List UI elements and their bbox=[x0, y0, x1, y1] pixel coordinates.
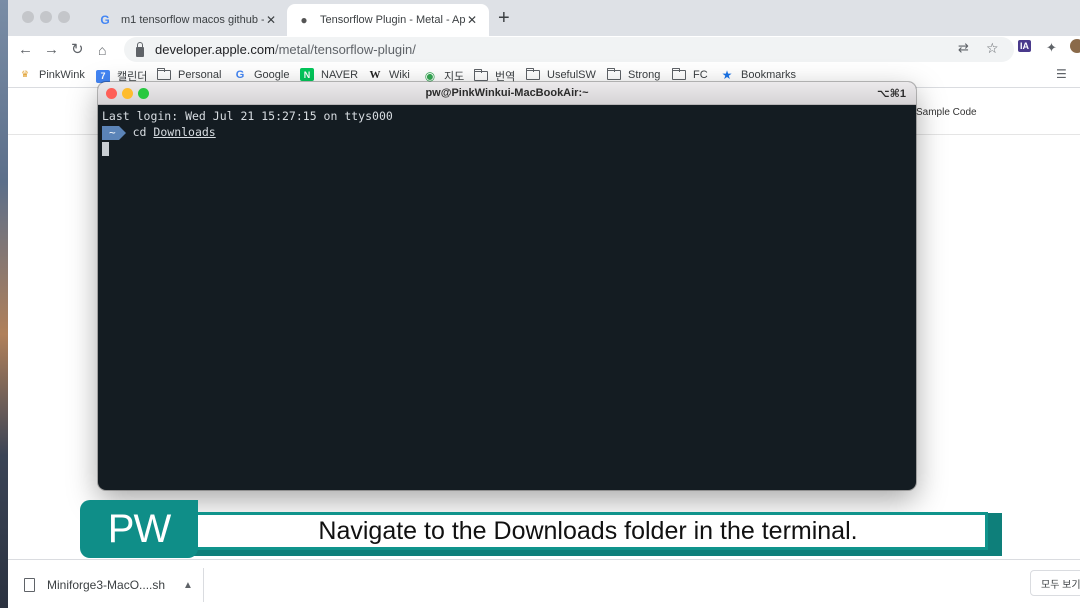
bookmark-naver[interactable]: N NAVER bbox=[300, 68, 358, 81]
bookmark-personal[interactable]: Personal bbox=[156, 67, 222, 81]
bookmark-label: Google bbox=[254, 68, 290, 81]
google-g-icon: G bbox=[100, 13, 110, 27]
command-argument: Downloads bbox=[153, 125, 216, 139]
folder-icon bbox=[473, 69, 488, 83]
bookmark-label: UsefulSW bbox=[547, 68, 596, 81]
back-icon[interactable]: ← bbox=[18, 39, 33, 61]
bookmark-fc[interactable]: FC bbox=[671, 67, 708, 81]
show-all-button[interactable]: 모두 보기 bbox=[1030, 570, 1080, 596]
new-tab-button[interactable]: + bbox=[498, 7, 510, 29]
translate-icon[interactable]: ⇄ bbox=[958, 40, 969, 56]
bookmark-label: Personal bbox=[178, 68, 222, 81]
naver-icon: N bbox=[300, 68, 314, 81]
reload-icon[interactable]: ↻ bbox=[71, 39, 84, 61]
address-bar[interactable]: developer.apple.com/metal/tensorflow-plu… bbox=[124, 37, 1014, 62]
close-icon[interactable]: ✕ bbox=[264, 13, 278, 27]
bookmark-label: Wiki bbox=[389, 68, 410, 81]
url-path: /metal/tensorflow-plugin/ bbox=[274, 42, 416, 57]
terminal-zoom-button[interactable] bbox=[138, 88, 149, 99]
chevron-up-icon[interactable]: ▲ bbox=[183, 580, 193, 591]
home-icon[interactable]: ⌂ bbox=[98, 39, 106, 61]
window-minimize-button[interactable] bbox=[40, 11, 52, 23]
apple-icon: ● bbox=[300, 13, 308, 27]
prompt-segment: ~ bbox=[102, 125, 126, 140]
folder-icon bbox=[606, 67, 621, 81]
tab-tensorflow-plugin[interactable]: ● Tensorflow Plugin - Metal - App ✕ bbox=[287, 4, 489, 36]
folder-icon bbox=[671, 67, 686, 81]
terminal-window[interactable]: pw@PinkWinkui-MacBookAir:~ ⌥⌘1 Last logi… bbox=[98, 82, 916, 490]
caption-text-box: Navigate to the Downloads folder in the … bbox=[188, 512, 988, 550]
lock-icon bbox=[136, 41, 144, 57]
desktop-background bbox=[0, 0, 8, 608]
last-login-line: Last login: Wed Jul 21 15:27:15 on ttys0… bbox=[102, 109, 393, 123]
bookmark-label: NAVER bbox=[321, 68, 359, 81]
reading-list-icon[interactable]: ☰ bbox=[1056, 67, 1067, 81]
nav-link-sample-code[interactable]: Sample Code bbox=[916, 107, 977, 118]
bookmark-pinkwink[interactable]: ♛ PinkWink bbox=[18, 68, 85, 81]
window-zoom-button[interactable] bbox=[58, 11, 70, 23]
prompt-line: ~ cd Downloads bbox=[102, 125, 912, 140]
bookmark-strong[interactable]: Strong bbox=[606, 67, 661, 81]
terminal-cursor bbox=[102, 142, 109, 156]
folder-icon bbox=[156, 67, 171, 81]
terminal-minimize-button[interactable] bbox=[122, 88, 133, 99]
bookmark-label: Bookmarks bbox=[741, 68, 797, 81]
google-g-icon: G bbox=[235, 68, 245, 81]
star-icon: ★ bbox=[721, 67, 733, 82]
terminal-body[interactable]: Last login: Wed Jul 21 15:27:15 on ttys0… bbox=[98, 105, 916, 164]
tab-strip: G m1 tensorflow macos github - ( ✕ ● Ten… bbox=[8, 0, 1080, 36]
crown-icon: ♛ bbox=[20, 69, 30, 79]
download-item[interactable]: Miniforge3-MacO....sh ▲ bbox=[18, 568, 204, 602]
caption-banner: Navigate to the Downloads folder in the … bbox=[80, 500, 1002, 558]
browser-window: G m1 tensorflow macos github - ( ✕ ● Ten… bbox=[8, 0, 1080, 608]
window-close-button[interactable] bbox=[22, 11, 34, 23]
wikipedia-icon: W bbox=[369, 68, 381, 81]
caption-text: Navigate to the Downloads folder in the … bbox=[318, 516, 858, 545]
download-filename: Miniforge3-MacO....sh bbox=[47, 578, 166, 592]
bookmark-google[interactable]: G Google bbox=[233, 68, 290, 81]
terminal-close-button[interactable] bbox=[106, 88, 117, 99]
close-icon[interactable]: ✕ bbox=[465, 13, 479, 27]
bookmark-bookmarks[interactable]: ★ Bookmarks bbox=[720, 67, 797, 82]
bookmark-label: FC bbox=[693, 68, 708, 81]
profile-avatar[interactable] bbox=[1070, 39, 1080, 53]
browser-toolbar: ← → ↻ ⌂ developer.apple.com/metal/tensor… bbox=[8, 36, 1080, 64]
bookmark-label: Strong bbox=[628, 68, 661, 81]
command-name: cd bbox=[132, 125, 147, 139]
terminal-title: pw@PinkWinkui-MacBookAir:~ bbox=[425, 87, 589, 99]
extensions-puzzle-icon[interactable]: ✦ bbox=[1046, 40, 1057, 56]
folder-icon bbox=[525, 67, 540, 81]
terminal-shortcut: ⌥⌘1 bbox=[877, 88, 906, 100]
bookmark-label: PinkWink bbox=[39, 68, 85, 81]
command-text: cd Downloads bbox=[133, 125, 216, 140]
bookmark-star-icon[interactable]: ☆ bbox=[986, 40, 999, 57]
tab-google-search[interactable]: G m1 tensorflow macos github - ( ✕ bbox=[88, 4, 288, 36]
caption-tag: PW bbox=[80, 500, 198, 558]
tab-title: m1 tensorflow macos github - ( bbox=[121, 14, 264, 26]
tab-title: Tensorflow Plugin - Metal - App bbox=[320, 14, 465, 26]
calendar-icon: 7 bbox=[96, 69, 110, 83]
forward-icon[interactable]: → bbox=[44, 39, 59, 61]
url-host: developer.apple.com bbox=[155, 42, 275, 57]
extension-ia-icon[interactable]: IA bbox=[1018, 40, 1031, 52]
map-pin-icon: ◉ bbox=[424, 69, 436, 83]
terminal-titlebar[interactable]: pw@PinkWinkui-MacBookAir:~ ⌥⌘1 bbox=[98, 82, 916, 105]
download-shelf: Miniforge3-MacO....sh ▲ 모두 보기 bbox=[8, 559, 1080, 608]
bookmark-usefulsw[interactable]: UsefulSW bbox=[525, 67, 596, 81]
file-icon bbox=[24, 578, 35, 592]
bookmark-wiki[interactable]: W Wiki bbox=[368, 68, 410, 81]
